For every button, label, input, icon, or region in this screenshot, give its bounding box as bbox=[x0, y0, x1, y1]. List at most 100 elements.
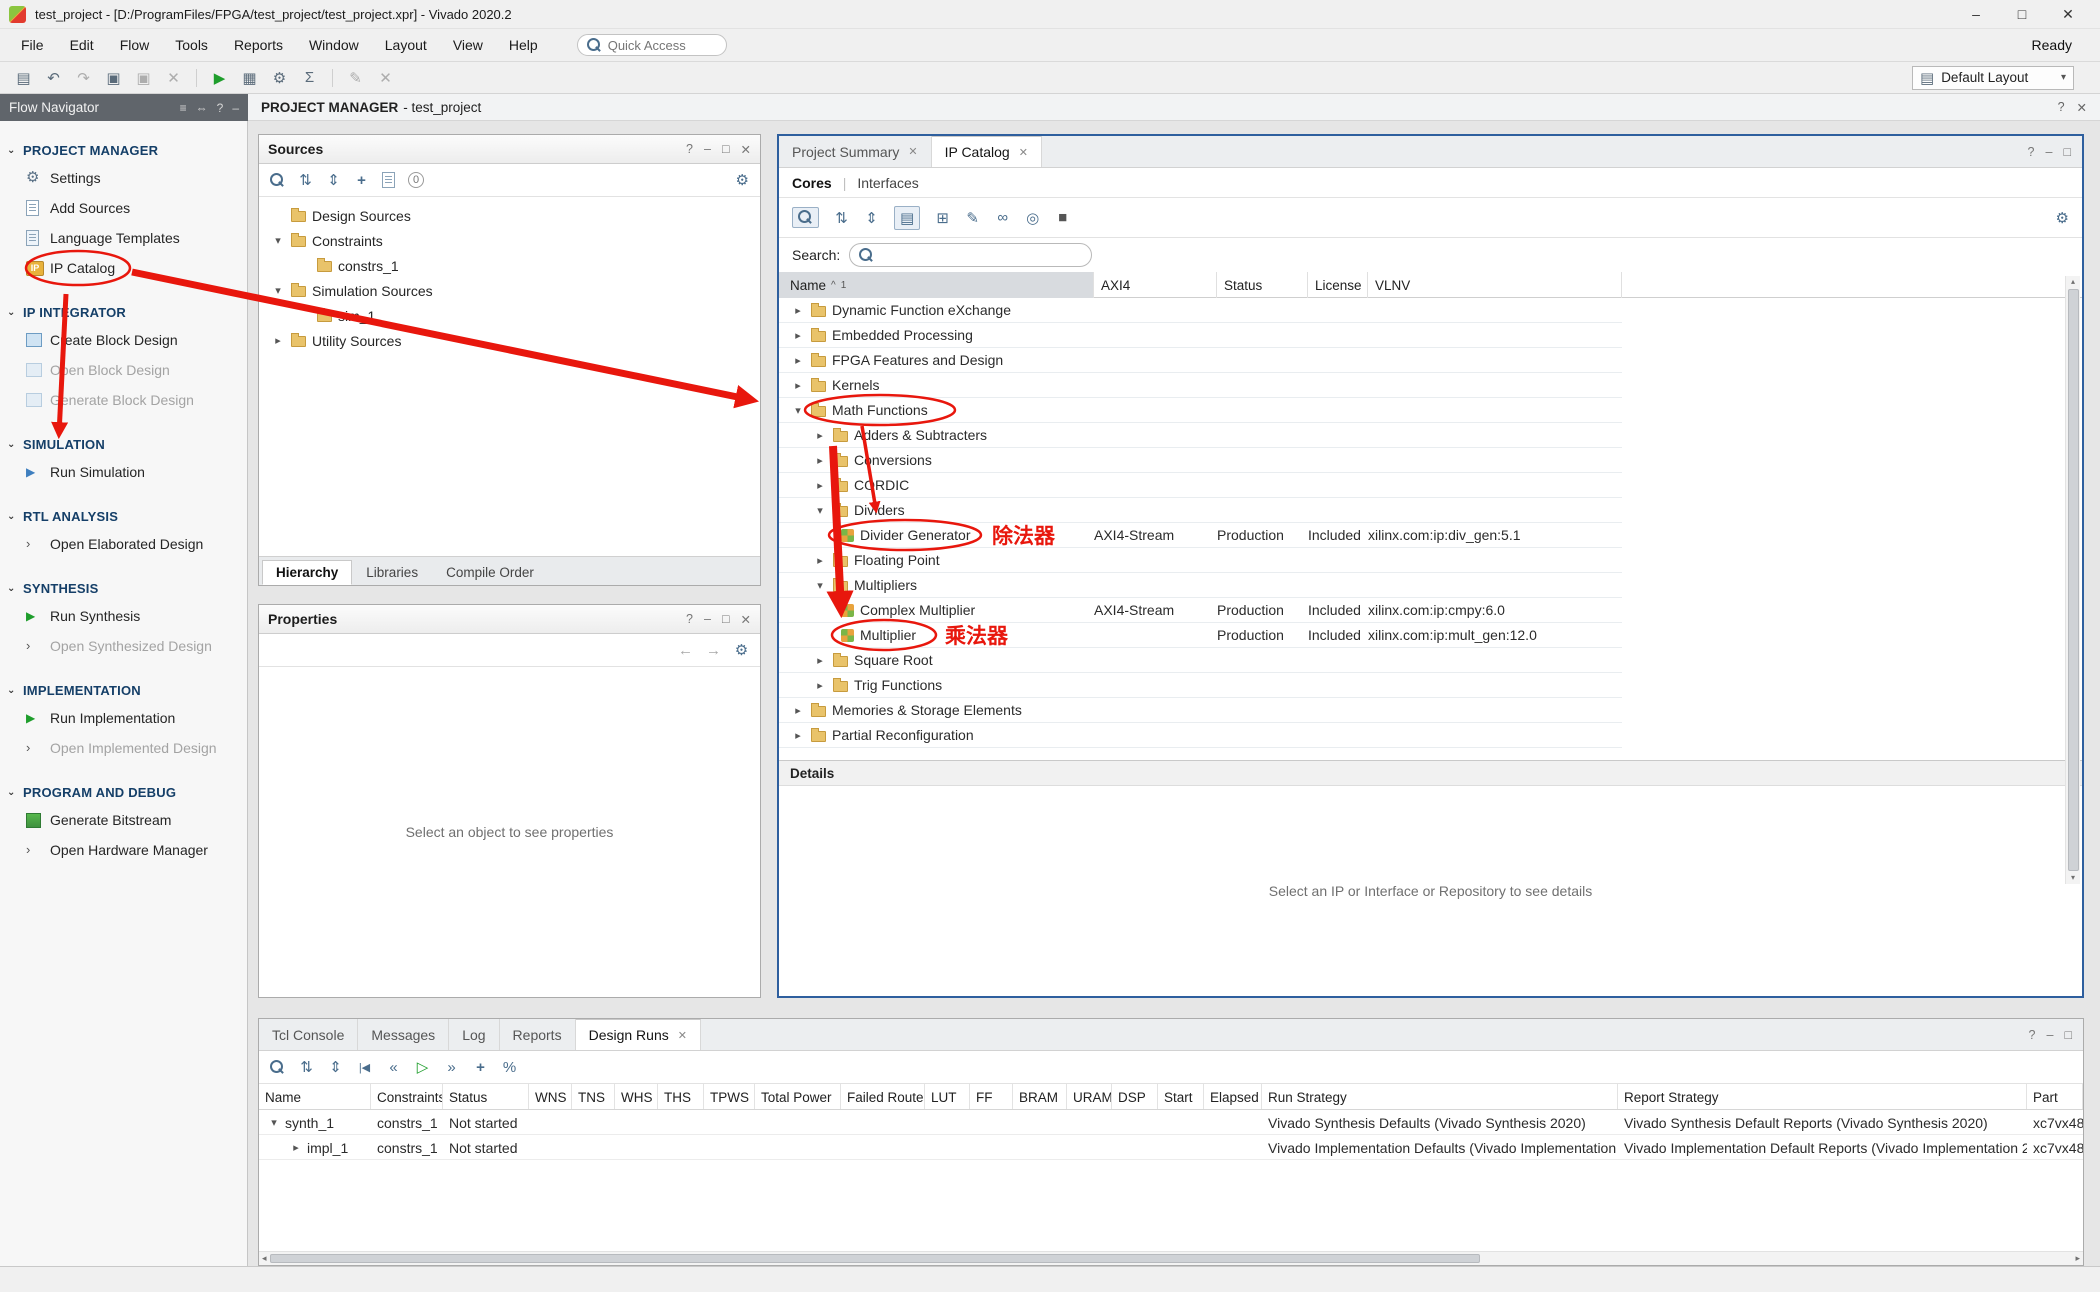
ip-row-dynamic-function-exchange[interactable]: ▸Dynamic Function eXchange bbox=[779, 298, 1622, 323]
close-icon[interactable]: ✕ bbox=[908, 145, 917, 158]
edit-pencil-icon[interactable]: ✎ bbox=[342, 66, 369, 90]
help-icon[interactable]: ? bbox=[2058, 100, 2065, 115]
tab-design-runs[interactable]: Design Runs✕ bbox=[576, 1019, 701, 1050]
ip-row-math-functions[interactable]: ▾Math Functions bbox=[779, 398, 1622, 423]
file-icon[interactable] bbox=[382, 172, 395, 188]
back-arrow-icon[interactable]: ← bbox=[678, 642, 693, 659]
flownav-item-add-sources[interactable]: Add Sources bbox=[0, 193, 247, 223]
collapse-all-icon[interactable]: ⇅ bbox=[834, 209, 849, 227]
flownav-section-header-simulation[interactable]: ⌄SIMULATION bbox=[0, 431, 247, 457]
chevron-right-icon[interactable]: ▸ bbox=[813, 429, 827, 442]
save-icon[interactable]: ▤ bbox=[10, 66, 37, 90]
add-repository-icon[interactable]: ⊞ bbox=[935, 209, 950, 227]
chevron-down-icon[interactable]: ▾ bbox=[813, 579, 827, 592]
ip-search-input[interactable] bbox=[849, 243, 1092, 267]
runs-column-start[interactable]: Start bbox=[1158, 1084, 1204, 1110]
gear-icon[interactable]: ⚙ bbox=[2056, 209, 2069, 227]
scroll-right-icon[interactable]: ▸ bbox=[2075, 1253, 2080, 1264]
percent-icon[interactable]: % bbox=[502, 1059, 517, 1076]
launch-runs-icon[interactable]: ▷ bbox=[415, 1058, 430, 1076]
chevron-right-icon[interactable]: ▸ bbox=[813, 654, 827, 667]
tab-ip-catalog[interactable]: IP Catalog✕ bbox=[932, 136, 1042, 167]
ip-row-cordic[interactable]: ▸CORDIC bbox=[779, 473, 1622, 498]
chevron-right-icon[interactable]: ▸ bbox=[791, 329, 805, 342]
tab-tcl-console[interactable]: Tcl Console bbox=[259, 1019, 358, 1050]
flownav-section-header-ip-integrator[interactable]: ⌄IP INTEGRATOR bbox=[0, 299, 247, 325]
source-constraints[interactable]: ▾Constraints bbox=[259, 228, 760, 253]
scrollbar-thumb[interactable] bbox=[2068, 289, 2079, 871]
maximize-icon[interactable]: □ bbox=[722, 612, 730, 627]
menu-file[interactable]: File bbox=[8, 32, 57, 58]
maximize-icon[interactable]: □ bbox=[2063, 145, 2071, 159]
run-row-impl-1[interactable]: ▸impl_1constrs_1Not startedVivado Implem… bbox=[259, 1135, 2083, 1160]
tab-project-summary[interactable]: Project Summary✕ bbox=[779, 136, 932, 167]
runs-column-ff[interactable]: FF bbox=[970, 1084, 1013, 1110]
ip-row-partial-reconfiguration[interactable]: ▸Partial Reconfiguration bbox=[779, 723, 1622, 748]
runs-column-bram[interactable]: BRAM bbox=[1013, 1084, 1067, 1110]
window-minimize-button[interactable]: – bbox=[1953, 0, 1999, 28]
help-icon[interactable]: ? bbox=[686, 612, 693, 627]
add-sources-icon[interactable]: + bbox=[354, 172, 369, 189]
ip-row-memories-storage-elements[interactable]: ▸Memories & Storage Elements bbox=[779, 698, 1622, 723]
scroll-up-icon[interactable]: ▴ bbox=[2071, 277, 2075, 287]
details-header[interactable]: Details bbox=[779, 760, 2082, 786]
redo-icon[interactable]: ↷ bbox=[70, 66, 97, 90]
flownav-item-run-synthesis[interactable]: ▶Run Synthesis bbox=[0, 601, 247, 631]
ip-column-axi4[interactable]: AXI4 bbox=[1094, 272, 1217, 298]
runs-column-run-strategy[interactable]: Run Strategy bbox=[1262, 1084, 1618, 1110]
tab-interfaces[interactable]: Interfaces bbox=[857, 175, 918, 191]
chevron-right-icon[interactable]: ▸ bbox=[813, 554, 827, 567]
group-by-category-icon[interactable]: ▤ bbox=[894, 206, 920, 230]
target-icon[interactable]: ◎ bbox=[1025, 209, 1040, 227]
chevron-down-icon[interactable]: ▾ bbox=[791, 404, 805, 417]
close-icon[interactable]: ✕ bbox=[741, 142, 751, 157]
menu-window[interactable]: Window bbox=[296, 32, 372, 58]
search-icon[interactable] bbox=[270, 1060, 285, 1075]
chevron-right-icon[interactable]: ▸ bbox=[813, 454, 827, 467]
window-maximize-button[interactable]: □ bbox=[1999, 0, 2045, 28]
expand-all-icon[interactable]: ⇕ bbox=[864, 209, 879, 227]
restart-runs-icon[interactable]: |◀ bbox=[357, 1061, 372, 1074]
flownav-item-open-hardware-manager[interactable]: ›Open Hardware Manager bbox=[0, 835, 247, 865]
runs-column-name[interactable]: Name bbox=[259, 1084, 371, 1110]
runs-column-constraints[interactable]: Constraints bbox=[371, 1084, 443, 1110]
minimize-icon[interactable]: ‒ bbox=[232, 101, 239, 115]
menu-view[interactable]: View bbox=[440, 32, 496, 58]
ip-row-square-root[interactable]: ▸Square Root bbox=[779, 648, 1622, 673]
ip-row-conversions[interactable]: ▸Conversions bbox=[779, 448, 1622, 473]
flownav-item-run-implementation[interactable]: ▶Run Implementation bbox=[0, 703, 247, 733]
menu-help[interactable]: Help bbox=[496, 32, 551, 58]
source-constrs-1[interactable]: constrs_1 bbox=[259, 253, 760, 278]
expand-all-icon[interactable]: ⇕ bbox=[328, 1058, 343, 1076]
window-close-button[interactable]: ✕ bbox=[2045, 0, 2091, 28]
menu-edit[interactable]: Edit bbox=[57, 32, 107, 58]
collapse-all-icon[interactable]: ⇅ bbox=[299, 1058, 314, 1076]
chevron-right-icon[interactable]: ▸ bbox=[289, 1141, 303, 1154]
vertical-scrollbar[interactable]: ▴ ▾ bbox=[2065, 276, 2080, 884]
close-icon[interactable]: ✕ bbox=[741, 612, 751, 627]
tab-hierarchy[interactable]: Hierarchy bbox=[262, 560, 352, 585]
flownav-item-run-simulation[interactable]: ▶Run Simulation bbox=[0, 457, 247, 487]
chevron-right-icon[interactable]: ▸ bbox=[791, 304, 805, 317]
run-icon[interactable]: ▶ bbox=[206, 66, 233, 90]
source-utility-sources[interactable]: ▸Utility Sources bbox=[259, 328, 760, 353]
runs-column-lut[interactable]: LUT bbox=[925, 1084, 970, 1110]
ip-column-vlnv[interactable]: VLNV bbox=[1368, 272, 1622, 298]
close-icon[interactable]: ✕ bbox=[1019, 146, 1028, 159]
ip-row-floating-point[interactable]: ▸Floating Point bbox=[779, 548, 1622, 573]
runs-column-tpws[interactable]: TPWS bbox=[704, 1084, 755, 1110]
forward-arrow-icon[interactable]: → bbox=[706, 642, 721, 659]
ip-row-trig-functions[interactable]: ▸Trig Functions bbox=[779, 673, 1622, 698]
search-icon[interactable] bbox=[270, 173, 285, 188]
chevron-down-icon[interactable]: ▾ bbox=[271, 284, 285, 297]
scroll-left-icon[interactable]: ◂ bbox=[262, 1253, 267, 1264]
runs-column-wns[interactable]: WNS bbox=[529, 1084, 572, 1110]
help-icon[interactable]: ? bbox=[686, 142, 693, 157]
minimize-icon[interactable]: ‒ bbox=[2045, 145, 2052, 159]
tab-libraries[interactable]: Libraries bbox=[352, 560, 432, 585]
step-forward-icon[interactable]: » bbox=[444, 1059, 459, 1076]
paste-icon[interactable]: ▣ bbox=[130, 66, 157, 90]
dock-icon[interactable]: ⇔ bbox=[196, 101, 208, 115]
chevron-right-icon[interactable]: ▸ bbox=[813, 679, 827, 692]
undo-icon[interactable]: ↶ bbox=[40, 66, 67, 90]
